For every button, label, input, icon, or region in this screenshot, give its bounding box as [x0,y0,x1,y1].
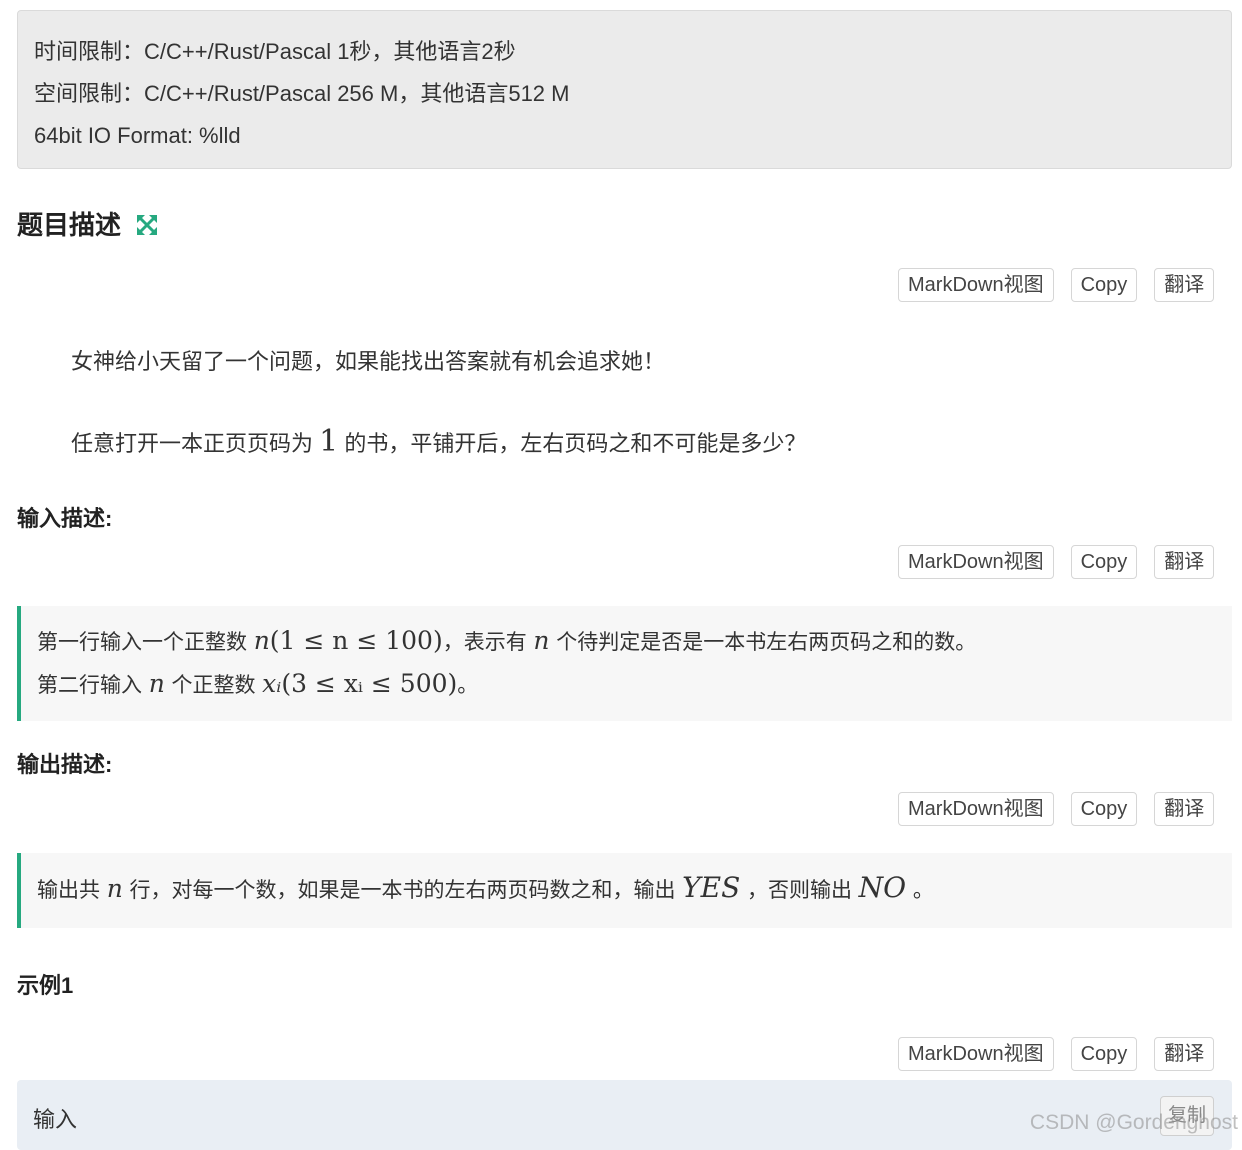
description-title: 题目描述 [17,205,158,243]
time-limit: 时间限制：C/C++/Rust/Pascal 1秒，其他语言2秒 [34,39,516,64]
limits-box: 时间限制：C/C++/Rust/Pascal 1秒，其他语言2秒 空间限制：C/… [17,10,1232,169]
input-line-2-range: (3 ≤ xᵢ ≤ 500) [281,669,458,698]
description-paragraph-2: 任意打开一本正页页码为 1 的书，平铺开后，左右页码之和不可能是多少？ [71,424,806,459]
output-text-c: ，否则输出 [746,878,852,902]
output-quote: 输出共 n 行，对每一个数，如果是一本书的左右两页码数之和，输出 YES ，否则… [17,853,1232,928]
copy-button[interactable]: Copy [1070,545,1138,579]
markdown-view-button[interactable]: MarkDown视图 [898,268,1054,302]
copy-button[interactable]: Copy [1070,1037,1138,1071]
output-title: 输出描述: [17,752,113,777]
p2-after: 的书，平铺开后，左右页码之和不可能是多少？ [344,431,807,456]
input-line-1-var: n [253,626,270,655]
input-line-1-text-a: 第一行输入一个正整数 [37,630,247,654]
input-line-1: 第一行输入一个正整数 n(1 ≤ n ≤ 100)，表示有 n 个待判定是否是一… [37,620,1216,663]
space-limit: 空间限制：C/C++/Rust/Pascal 256 M，其他语言512 M [34,81,570,106]
watermark: CSDN @Gordenghost [1029,1111,1238,1134]
translate-button[interactable]: 翻译 [1154,792,1215,826]
example-title: 示例1 [17,973,74,998]
markdown-view-button[interactable]: MarkDown视图 [898,1037,1054,1071]
input-line-1-text-b: ，表示有 [442,630,527,654]
translate-button[interactable]: 翻译 [1154,545,1215,579]
input-quote: 第一行输入一个正整数 n(1 ≤ n ≤ 100)，表示有 n 个待判定是否是一… [17,606,1232,721]
markdown-view-button[interactable]: MarkDown视图 [898,792,1054,826]
sample-input-label: 输入 [33,1107,78,1132]
input-line-2-text-c: 。 [457,673,479,697]
markdown-view-button[interactable]: MarkDown视图 [898,545,1054,579]
output-line: 输出共 n 行，对每一个数，如果是一本书的左右两页码数之和，输出 YES ，否则… [37,853,1216,925]
p2-before: 任意打开一本正页页码为 [71,431,314,456]
output-var: n [106,874,123,903]
copy-button[interactable]: Copy [1070,792,1138,826]
input-line-2-var: n [148,669,165,698]
toolbar-description: MarkDown视图 Copy 翻译 [898,268,1215,302]
toolbar-example: MarkDown视图 Copy 翻译 [898,1037,1215,1071]
output-yes: YES [682,871,741,904]
input-title: 输入描述: [17,506,113,531]
input-line-2-text-a: 第二行输入 [37,673,142,697]
input-line-2: 第二行输入 n 个正整数 xᵢ(3 ≤ xᵢ ≤ 500)。 [37,663,1216,706]
output-text-d: 。 [912,878,934,902]
expand-icon[interactable] [136,212,158,243]
input-line-2-text-b: 个正整数 [171,673,256,697]
toolbar-output: MarkDown视图 Copy 翻译 [898,792,1215,826]
description-title-text: 题目描述 [17,210,122,240]
translate-button[interactable]: 翻译 [1154,1037,1215,1071]
io-format: 64bit IO Format: %lld [34,123,241,148]
translate-button[interactable]: 翻译 [1154,268,1215,302]
p2-math: 1 [319,424,339,459]
input-line-1-var2: n [533,626,550,655]
output-text-a: 输出共 [37,878,100,902]
output-text-b: 行，对每一个数，如果是一本书的左右两页码数之和，输出 [129,878,676,902]
description-paragraph-1: 女神给小天留了一个问题，如果能找出答案就有机会追求她！ [71,349,666,374]
input-line-1-text-c: 个待判定是否是一本书左右两页码之和的数。 [556,630,977,654]
input-line-2-var2: xᵢ [262,669,282,698]
copy-button[interactable]: Copy [1070,268,1138,302]
input-line-1-range: (1 ≤ n ≤ 100) [269,626,443,655]
output-no: NO [858,871,907,904]
toolbar-input: MarkDown视图 Copy 翻译 [898,545,1215,579]
